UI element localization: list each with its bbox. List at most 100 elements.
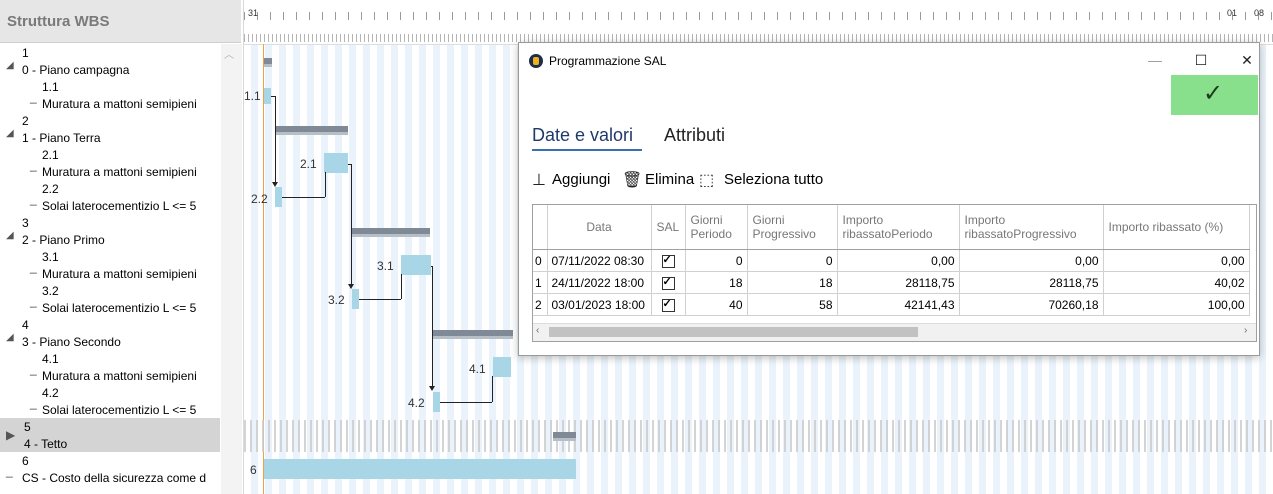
cell-data[interactable]: 24/11/2022 18:00 — [547, 271, 652, 294]
minimize-button[interactable]: — — [1133, 47, 1177, 73]
node-name: 0 - Piano campagna — [22, 63, 130, 77]
cell-giorni-progressivo[interactable]: 0 — [747, 249, 838, 272]
scrollbar-thumb[interactable] — [549, 327, 918, 337]
task-bar-3-2[interactable] — [352, 289, 359, 309]
dependency-line — [432, 266, 433, 386]
task-bar-4-1[interactable] — [493, 357, 511, 377]
node-number: 2 — [22, 114, 29, 128]
task-bar-2-2[interactable] — [275, 187, 282, 207]
cell-giorni-progressivo[interactable]: 18 — [747, 271, 838, 294]
scroll-left-icon[interactable]: ‹ — [536, 325, 539, 336]
node-name: Muratura a mattoni semipieni — [42, 267, 197, 281]
node-name: Solai laterocementizio L <= 5 — [42, 199, 197, 213]
cell-giorni-periodo[interactable]: 40 — [685, 293, 748, 316]
cell-giorni-periodo[interactable]: 18 — [685, 271, 748, 294]
task-bar-3-1[interactable] — [401, 255, 431, 275]
cell-sal[interactable] — [651, 293, 686, 316]
cell-importo-progressivo[interactable]: 70260,18 — [959, 293, 1104, 316]
collapse-icon[interactable]: ◢ — [6, 230, 14, 241]
sal-checkbox[interactable] — [661, 253, 675, 268]
timescale: 31 01 08 — [244, 0, 1273, 45]
node-name: Solai laterocementizio L <= 5 — [42, 403, 197, 417]
task-bar-2-1[interactable] — [324, 153, 348, 173]
collapse-icon[interactable]: ◢ — [6, 332, 14, 343]
add-button[interactable]: Aggiungi — [552, 171, 610, 188]
cell-sal[interactable] — [651, 271, 686, 294]
leaf-icon: _ — [30, 260, 37, 274]
tree-node-1-1[interactable]: _ 1.1 Muratura a mattoni semipieni — [0, 78, 220, 112]
tree-node-6[interactable]: _ 6 CS - Costo della sicurezza come d — [0, 452, 220, 486]
node-number: 5 — [24, 420, 31, 434]
task-bar-4-2[interactable] — [433, 392, 440, 412]
cell-importo-pct[interactable]: 40,02 — [1103, 271, 1250, 294]
cell-data[interactable]: 07/11/2022 08:30 — [547, 249, 652, 272]
table-row[interactable]: 0 07/11/2022 08:30 0 0 0,00 0,00 0,00 — [533, 249, 1250, 272]
table-row[interactable]: 1 24/11/2022 18:00 18 18 28118,75 28118,… — [533, 271, 1250, 294]
leaf-icon: _ — [30, 396, 37, 410]
cell-importo-pct[interactable]: 0,00 — [1103, 249, 1250, 272]
cell-importo-progressivo[interactable]: 28118,75 — [959, 271, 1104, 294]
scroll-up-icon[interactable]: ︿ — [224, 46, 234, 61]
expand-icon[interactable]: ▶ — [6, 428, 15, 442]
column-header-importo-periodo[interactable]: Importo ribassatoPeriodo — [837, 205, 960, 250]
trash-icon[interactable]: 🗑 — [622, 170, 642, 190]
cell-giorni-progressivo[interactable]: 58 — [747, 293, 838, 316]
wbs-header: Struttura WBS — [0, 0, 241, 43]
cell-sal[interactable] — [651, 249, 686, 272]
scroll-right-icon[interactable]: › — [1244, 325, 1247, 336]
tree-node-4[interactable]: ◢ 4 3 - Piano Secondo — [0, 316, 220, 350]
task-bar-6[interactable] — [264, 459, 576, 479]
timescale-minor-ticks — [244, 34, 1273, 42]
column-header-data[interactable]: Data — [547, 205, 652, 250]
tree-node-3[interactable]: ◢ 3 2 - Piano Primo — [0, 214, 220, 248]
select-cursor-icon[interactable]: ⬚ — [699, 170, 714, 190]
cell-importo-periodo[interactable]: 0,00 — [837, 249, 960, 272]
column-header-importo-pct[interactable]: Importo ribassato (%) — [1103, 205, 1250, 250]
sal-checkbox[interactable] — [661, 297, 675, 312]
close-button[interactable]: ✕ — [1225, 47, 1269, 73]
tab-date-e-valori[interactable]: Date e valori — [532, 125, 633, 146]
tree-node-1[interactable]: ◢ 1 0 - Piano campagna — [0, 44, 220, 78]
delete-button[interactable]: Elimina — [645, 171, 694, 188]
cell-data[interactable]: 03/01/2023 18:00 — [547, 293, 652, 316]
tab-attributi[interactable]: Attributi — [664, 125, 725, 146]
cell-importo-periodo[interactable]: 42141,43 — [837, 293, 960, 316]
select-all-button[interactable]: Seleziona tutto — [724, 171, 823, 188]
add-icon[interactable]: ⊥ — [532, 170, 546, 190]
tree-node-4-1[interactable]: _ 4.1 Muratura a mattoni semipieni — [0, 350, 220, 384]
timescale-mid-label: 01 — [1227, 8, 1238, 18]
tree-node-4-2[interactable]: _ 4.2 Solai laterocementizio L <= 5 — [0, 384, 220, 418]
summary-bar-4[interactable] — [433, 330, 513, 339]
column-header-importo-progressivo[interactable]: Importo ribassatoProgressivo — [959, 205, 1104, 250]
tree-node-2[interactable]: ◢ 2 1 - Piano Terra — [0, 112, 220, 146]
sal-checkbox[interactable] — [661, 275, 675, 290]
column-header-giorni-periodo[interactable]: Giorni Periodo — [685, 205, 748, 250]
collapse-icon[interactable]: ◢ — [6, 128, 14, 139]
summary-bar-3[interactable] — [352, 228, 430, 237]
tree-node-3-1[interactable]: _ 3.1 Muratura a mattoni semipieni — [0, 248, 220, 282]
table-row[interactable]: 2 03/01/2023 18:00 40 58 42141,43 70260,… — [533, 293, 1250, 316]
summary-bar-5[interactable] — [553, 432, 576, 441]
maximize-button[interactable]: ☐ — [1179, 47, 1223, 73]
summary-bar-2[interactable] — [276, 126, 348, 135]
wbs-scrollbar[interactable] — [221, 44, 242, 494]
confirm-button[interactable]: ✓ — [1171, 75, 1258, 115]
task-bar-1-1[interactable] — [264, 88, 271, 104]
cell-importo-progressivo[interactable]: 0,00 — [959, 249, 1104, 272]
horizontal-scrollbar[interactable]: ‹ › — [533, 323, 1256, 341]
summary-bar-1[interactable] — [264, 58, 272, 67]
tree-node-2-1[interactable]: _ 2.1 Muratura a mattoni semipieni — [0, 146, 220, 180]
cell-importo-periodo[interactable]: 28118,75 — [837, 271, 960, 294]
column-header-sal[interactable]: SAL — [651, 205, 686, 250]
dependency-line — [325, 172, 326, 197]
check-icon: ✓ — [1203, 80, 1224, 107]
collapse-icon[interactable]: ◢ — [6, 60, 14, 71]
cell-giorni-periodo[interactable]: 0 — [685, 249, 748, 272]
sal-table[interactable]: Data SAL Giorni Periodo Giorni Progressi… — [532, 204, 1257, 342]
tree-node-3-2[interactable]: _ 3.2 Solai laterocementizio L <= 5 — [0, 282, 220, 316]
tree-node-2-2[interactable]: _ 2.2 Solai laterocementizio L <= 5 — [0, 180, 220, 214]
cell-importo-pct[interactable]: 100,00 — [1103, 293, 1250, 316]
tree-node-5[interactable]: ▶ 5 4 - Tetto — [0, 418, 220, 452]
column-header-giorni-progressivo[interactable]: Giorni Progressivo — [747, 205, 838, 250]
collapsed-task-strip — [244, 420, 1273, 452]
